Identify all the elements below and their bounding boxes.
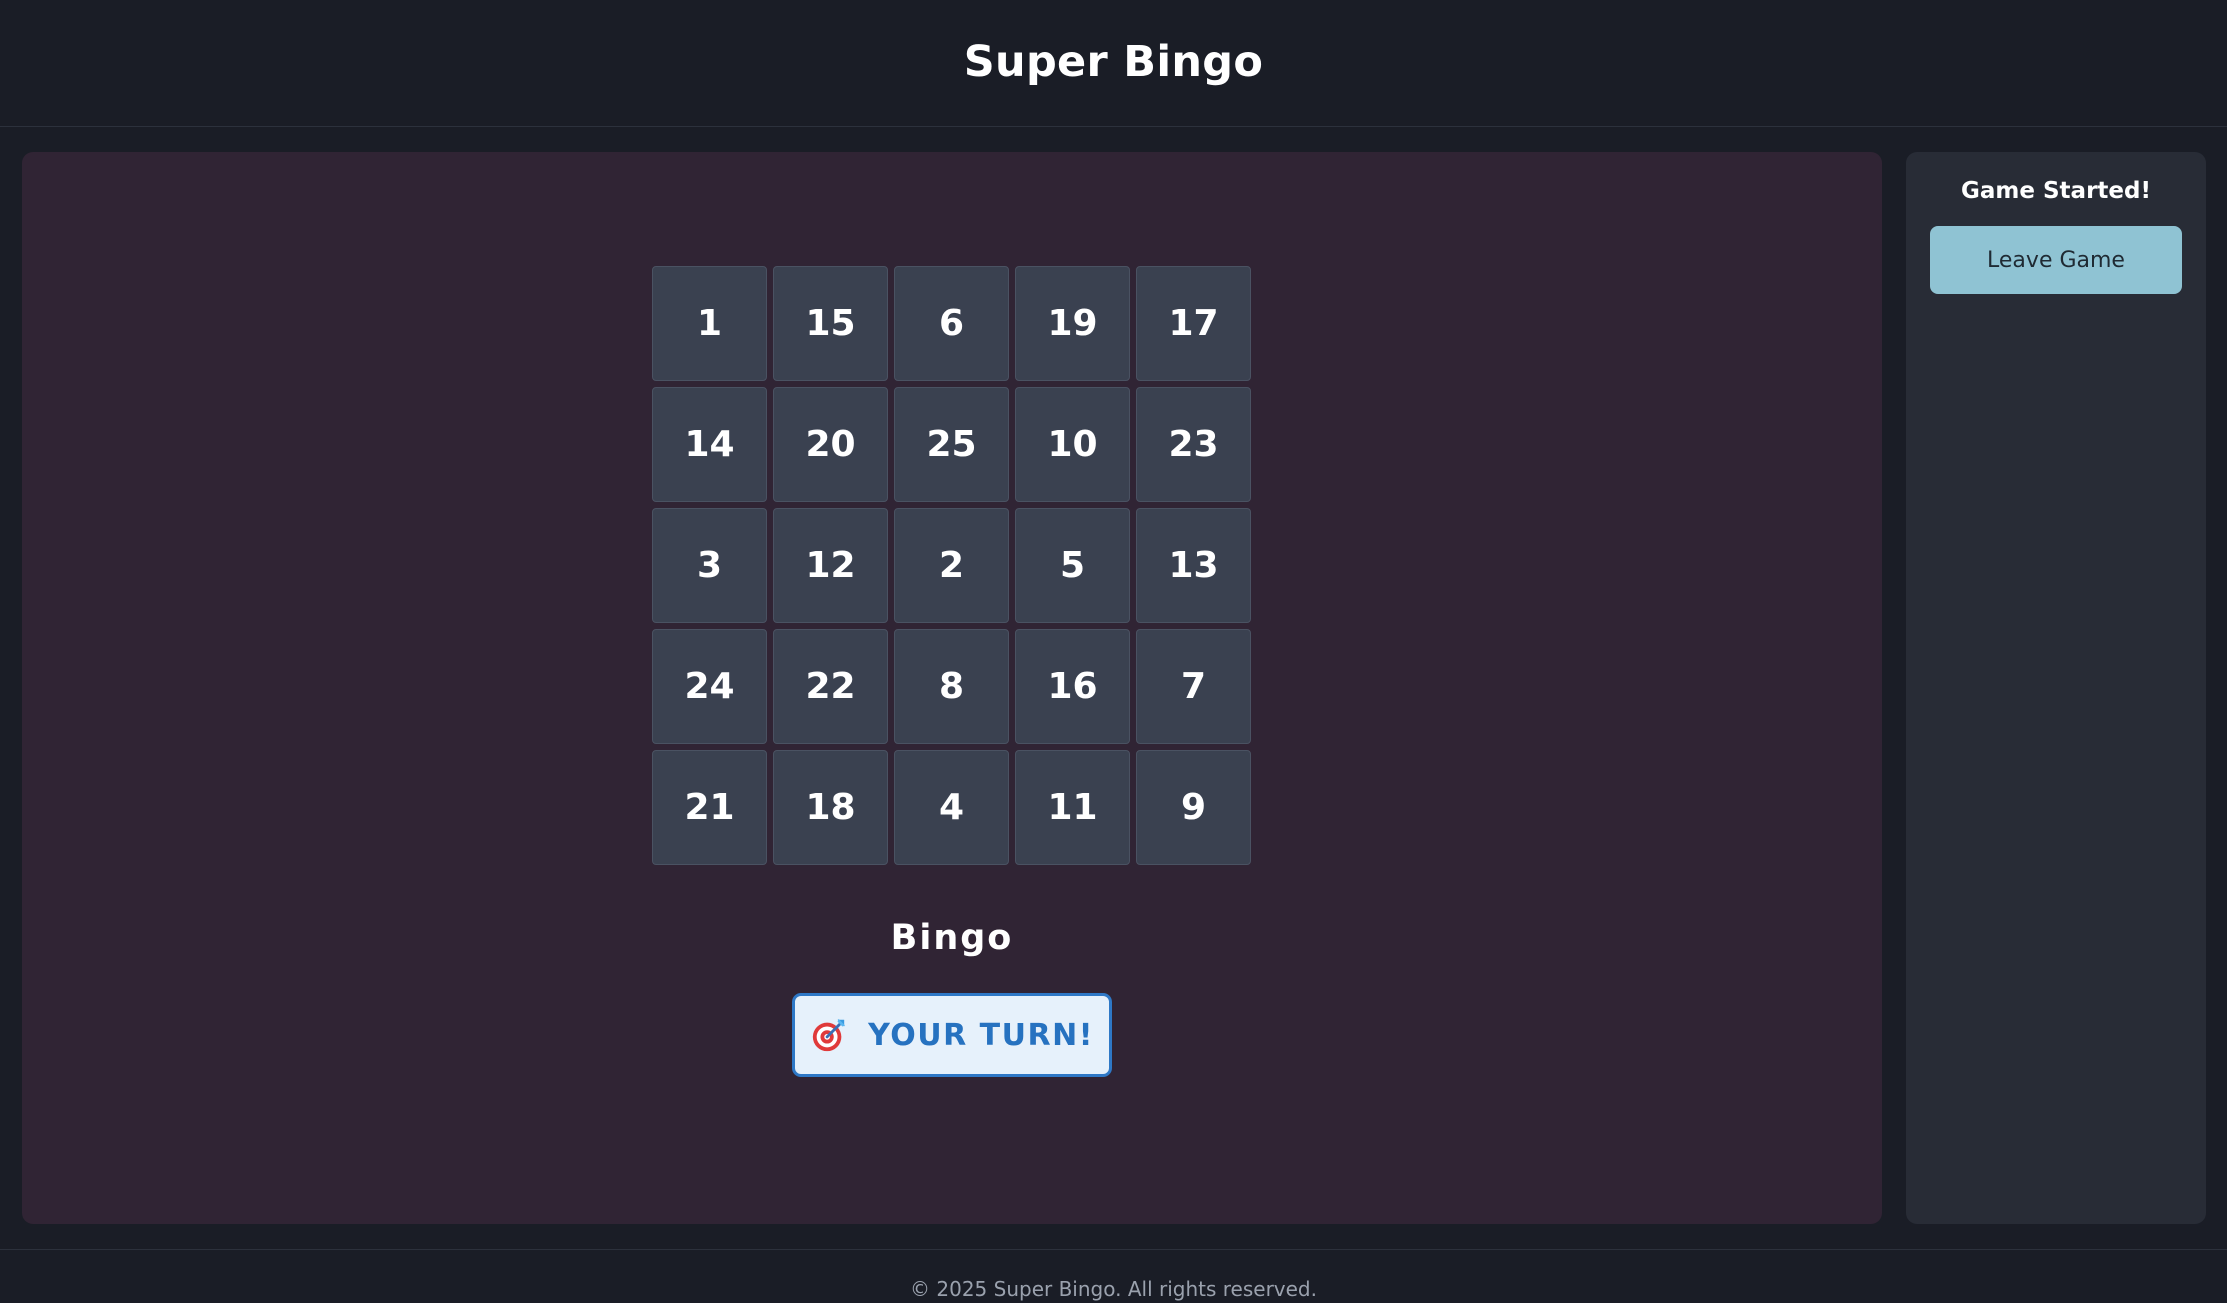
bingo-cell[interactable]: 6 [894,266,1009,381]
target-icon [812,1018,846,1052]
turn-indicator: YOUR TURN! [792,993,1112,1077]
turn-label: YOUR TURN! [868,1017,1094,1053]
bingo-cell[interactable]: 11 [1015,750,1130,865]
app-title: Super Bingo [963,37,1264,87]
bingo-cell[interactable]: 20 [773,387,888,502]
leave-game-button[interactable]: Leave Game [1930,226,2182,294]
bingo-cell[interactable]: 19 [1015,266,1130,381]
game-sidebar: Game Started! Leave Game [1906,152,2206,1224]
bingo-cell[interactable]: 1 [652,266,767,381]
bingo-board: 1 15 6 19 17 14 20 25 10 23 3 12 2 5 13 24 22 8 16 7 21 18 4 11… [652,266,1251,865]
bingo-cell[interactable]: 5 [1015,508,1130,623]
bingo-cell[interactable]: 2 [894,508,1009,623]
bingo-label: Bingo [890,918,1014,958]
bingo-cell[interactable]: 17 [1136,266,1251,381]
bingo-cell[interactable]: 21 [652,750,767,865]
bingo-cell[interactable]: 10 [1015,387,1130,502]
bingo-cell[interactable]: 3 [652,508,767,623]
bingo-cell[interactable]: 23 [1136,387,1251,502]
app-header: Super Bingo [0,0,2227,127]
bingo-cell[interactable]: 7 [1136,629,1251,744]
bingo-cell[interactable]: 14 [652,387,767,502]
bingo-cell[interactable]: 25 [894,387,1009,502]
bingo-cell[interactable]: 9 [1136,750,1251,865]
bingo-cell[interactable]: 8 [894,629,1009,744]
bingo-cell[interactable]: 4 [894,750,1009,865]
bingo-cell[interactable]: 24 [652,629,767,744]
bingo-cell[interactable]: 12 [773,508,888,623]
bingo-cell[interactable]: 18 [773,750,888,865]
page-footer: © 2025 Super Bingo. All rights reserved. [0,1249,2227,1303]
game-status: Game Started! [1961,178,2151,204]
footer-copyright: © 2025 Super Bingo. All rights reserved. [910,1277,1317,1301]
bingo-cell[interactable]: 15 [773,266,888,381]
game-board-panel: 1 15 6 19 17 14 20 25 10 23 3 12 2 5 13 24 22 8 16 7 21 18 4 11… [22,152,1882,1224]
bingo-cell[interactable]: 16 [1015,629,1130,744]
bingo-cell[interactable]: 13 [1136,508,1251,623]
bingo-cell[interactable]: 22 [773,629,888,744]
